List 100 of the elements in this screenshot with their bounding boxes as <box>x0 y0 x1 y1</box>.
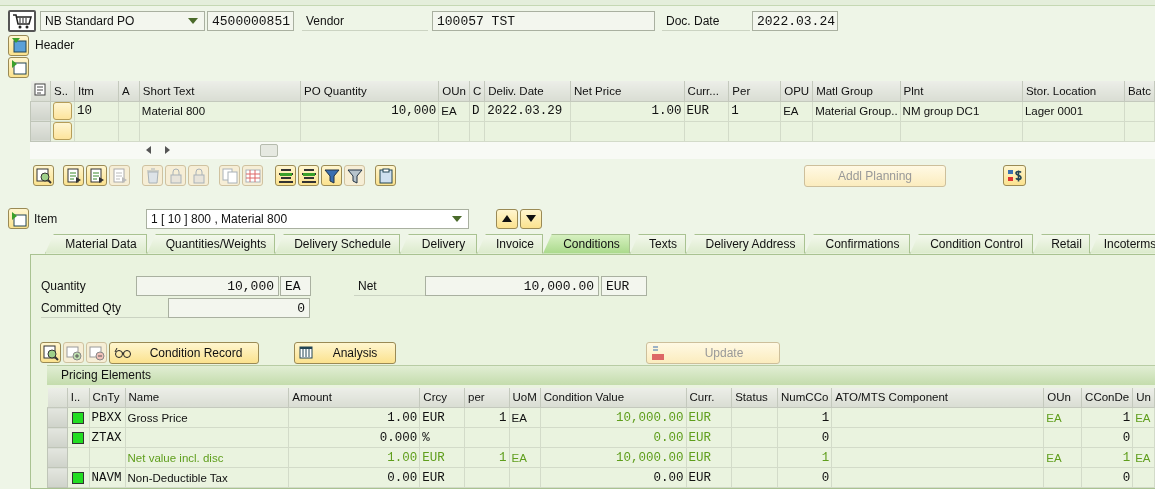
column-header[interactable]: Amount <box>288 387 420 408</box>
search-icon <box>35 167 52 184</box>
filter-icon <box>323 167 340 184</box>
column-header[interactable]: Net Price <box>570 81 685 101</box>
column-header[interactable]: CnTy <box>89 387 126 408</box>
condition-record-button[interactable]: Condition Record <box>109 341 259 364</box>
column-header[interactable]: Matl Group <box>812 81 901 101</box>
expand-button[interactable] <box>8 56 29 78</box>
item-label: Item <box>34 211 59 226</box>
collapse-header-button[interactable] <box>8 34 29 56</box>
column-header[interactable]: ATO/MTS Component <box>831 387 1044 408</box>
quantity-label: Quantity <box>41 279 87 293</box>
column-header[interactable]: NumCCo <box>777 387 832 408</box>
net-currency-field: EUR <box>601 276 647 296</box>
down-triangle-icon <box>526 215 536 222</box>
panel-icon <box>10 210 27 227</box>
column-header[interactable]: Batc <box>1124 81 1155 101</box>
tab[interactable]: Conditions <box>543 233 630 254</box>
filter-icon <box>346 167 363 184</box>
copy-icon <box>221 167 238 184</box>
column-header[interactable]: Itm <box>74 81 119 101</box>
tab[interactable]: Confirmations <box>805 233 910 254</box>
column-header[interactable]: Condition Value <box>540 387 686 408</box>
column-header[interactable]: PO Quantity <box>300 81 439 101</box>
column-header[interactable]: Name <box>125 387 289 408</box>
add-row-icon <box>65 344 82 361</box>
column-header[interactable]: Curr. <box>686 387 732 408</box>
vendor-field[interactable]: 100057 TST <box>432 11 655 31</box>
item-dropdown[interactable]: 1 [ 10 ] 800 , Material 800 <box>146 208 469 229</box>
status-button[interactable] <box>52 122 72 140</box>
pricing-elements-title: Pricing Elements <box>47 365 1155 385</box>
column-header[interactable]: OPU <box>780 81 813 101</box>
tab[interactable]: Material Data <box>45 233 147 254</box>
po-number-field[interactable]: 4500000851 <box>207 11 294 31</box>
toolbar-button[interactable] <box>63 165 84 186</box>
bars-icon <box>277 167 294 184</box>
toolbar-button[interactable] <box>275 165 296 186</box>
next-item-button[interactable] <box>520 208 542 229</box>
column-header[interactable]: Plnt <box>900 81 1023 101</box>
column-header[interactable]: per <box>464 387 510 408</box>
column-header[interactable]: A <box>118 81 140 101</box>
item-overview-button[interactable] <box>8 208 29 229</box>
tab[interactable]: Invoice <box>477 233 543 254</box>
tab[interactable]: Delivery Address <box>686 233 805 254</box>
column-header[interactable]: Un <box>1132 387 1155 408</box>
document-icon <box>65 167 82 184</box>
doc-date-label: Doc. Date <box>662 11 750 31</box>
column-header[interactable]: Per <box>728 81 781 101</box>
caret-icon <box>188 18 198 24</box>
toolbar-button[interactable] <box>321 165 342 186</box>
pricing-tool-button[interactable] <box>40 342 61 363</box>
column-header[interactable]: Status <box>731 387 778 408</box>
column-header[interactable]: Curr... <box>684 81 729 101</box>
vendor-label: Vendor <box>302 11 428 31</box>
column-header[interactable]: CConDe <box>1081 387 1133 408</box>
committed-qty-field: 0 <box>168 298 310 318</box>
expand-icon <box>10 59 27 75</box>
table-settings-icon <box>33 83 47 97</box>
up-triangle-icon <box>502 215 512 222</box>
toolbar-button[interactable] <box>86 165 107 186</box>
tab[interactable]: Delivery <box>400 233 477 254</box>
status-button[interactable] <box>52 102 72 120</box>
net-value-field: 10,000.00 <box>425 276 599 296</box>
column-header[interactable]: S.. <box>50 81 75 101</box>
column-header[interactable]: Deliv. Date <box>484 81 571 101</box>
column-settings-header[interactable] <box>30 81 51 101</box>
tab[interactable]: Condition Control <box>910 233 1033 254</box>
tab[interactable]: Texts <box>630 233 686 254</box>
document-icon <box>111 167 128 184</box>
column-header[interactable]: I.. <box>67 387 90 408</box>
scroll-thumb[interactable] <box>260 143 278 157</box>
grid-icon <box>244 167 261 184</box>
analysis-button[interactable]: Analysis <box>294 341 396 364</box>
tab[interactable]: Quantities/Weights <box>147 233 275 254</box>
quantity-field: 10,000 <box>136 276 279 296</box>
previous-item-button[interactable] <box>496 208 518 229</box>
tab[interactable]: Retail <box>1033 233 1090 254</box>
lock-icon <box>190 167 207 184</box>
tab[interactable]: Delivery Schedule <box>275 233 400 254</box>
currency-button[interactable] <box>1003 165 1026 186</box>
glasses-icon <box>114 346 132 359</box>
cart-button[interactable] <box>8 10 36 32</box>
toolbar-button[interactable] <box>298 165 319 186</box>
column-header[interactable]: UoM <box>509 387 541 408</box>
toolbar-button[interactable] <box>33 165 54 186</box>
doc-date-field[interactable]: 2022.03.24 <box>752 11 838 31</box>
column-header[interactable]: OUn <box>438 81 470 101</box>
column-header[interactable]: Short Text <box>139 81 301 101</box>
currency-icon <box>1006 167 1023 184</box>
document-type-dropdown[interactable]: NB Standard PO <box>40 11 205 31</box>
column-header[interactable]: OUn <box>1043 387 1082 408</box>
document-icon <box>88 167 105 184</box>
lock-icon <box>167 167 184 184</box>
column-header[interactable]: Crcy <box>419 387 465 408</box>
tab[interactable]: Incoterms <box>1090 233 1155 254</box>
bars-icon <box>300 167 317 184</box>
column-header[interactable]: Stor. Location <box>1022 81 1125 101</box>
search-icon <box>42 344 59 361</box>
clipboard-icon <box>377 167 394 184</box>
columns-icon <box>299 346 313 359</box>
